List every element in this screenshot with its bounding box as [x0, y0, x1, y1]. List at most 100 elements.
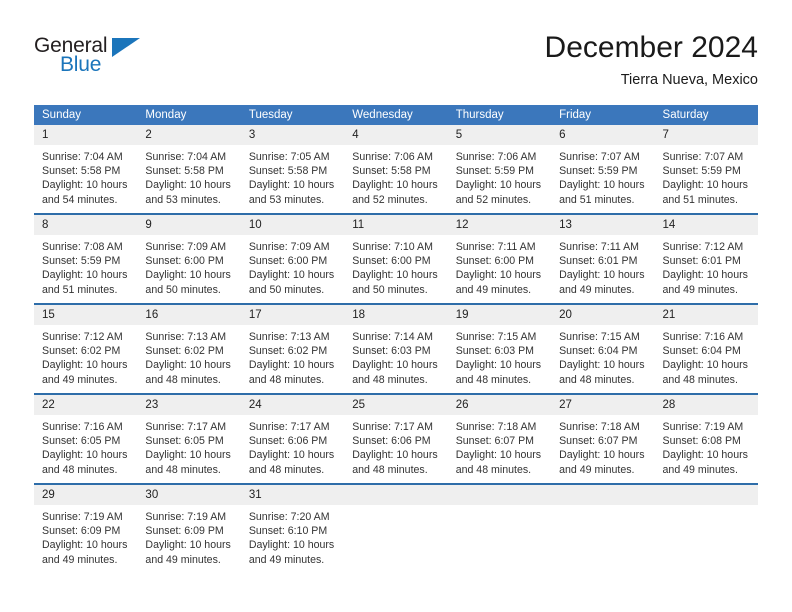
day-number: 22: [34, 395, 138, 415]
calendar-week-row: 1 Sunrise: 7:04 AM Sunset: 5:58 PM Daylight…: [34, 125, 758, 214]
sunset-text: Sunset: 5:59 PM: [559, 165, 638, 178]
daylight-text: Daylight: 10 hours and 48 minutes.: [352, 359, 438, 386]
page-header: General Blue December 2024 Tierra Nueva,…: [34, 30, 758, 96]
calendar-day-cell[interactable]: 1 Sunrise: 7:04 AM Sunset: 5:58 PM Daylight…: [34, 125, 138, 214]
day-sun-info: Sunrise: 7:19 AM Sunset: 6:09 PM Daylight:…: [34, 505, 137, 567]
calendar-day-cell[interactable]: 3 Sunrise: 7:05 AM Sunset: 5:58 PM Daylight…: [240, 125, 345, 214]
calendar-table: Sunday Monday Tuesday Wednesday Thursday…: [34, 105, 758, 573]
daylight-text: Daylight: 10 hours and 51 minutes.: [42, 269, 128, 296]
calendar-day-cell[interactable]: 28 Sunrise: 7:19 AM Sunset: 6:08 PM Dayligh…: [654, 393, 758, 484]
calendar-day-cell[interactable]: 18 Sunrise: 7:14 AM Sunset: 6:03 PM Dayligh…: [344, 303, 448, 394]
calendar-day-cell[interactable]: 2 Sunrise: 7:04 AM Sunset: 5:58 PM Daylight…: [137, 125, 241, 214]
day-number: 8: [34, 215, 138, 235]
daylight-text: Daylight: 10 hours and 49 minutes.: [248, 539, 335, 566]
day-number: 23: [137, 395, 241, 415]
day-sun-info: Sunrise: 7:07 AM Sunset: 5:59 PM Daylight:…: [655, 145, 758, 207]
calendar-day-cell[interactable]: 23 Sunrise: 7:17 AM Sunset: 6:05 PM Dayligh…: [137, 393, 241, 484]
page-title: December 2024: [544, 31, 758, 64]
general-blue-logo[interactable]: General Blue: [34, 34, 214, 90]
daylight-text: Daylight: 10 hours and 52 minutes.: [455, 179, 542, 206]
weekday-header-saturday: Saturday: [654, 105, 758, 125]
day-sun-info: Sunrise: 7:14 AM Sunset: 6:03 PM Daylight:…: [344, 325, 447, 387]
daylight-text: Daylight: 10 hours and 48 minutes.: [42, 449, 128, 476]
sunrise-text: Sunrise: 7:14 AM: [352, 331, 433, 343]
calendar-day-cell[interactable]: 5 Sunrise: 7:06 AM Sunset: 5:59 PM Daylight…: [447, 125, 552, 214]
calendar-day-cell[interactable]: 8 Sunrise: 7:08 AM Sunset: 5:59 PM Daylight…: [34, 213, 138, 304]
daylight-text: Daylight: 10 hours and 50 minutes.: [248, 269, 335, 296]
calendar-day-cell[interactable]: 9 Sunrise: 7:09 AM Sunset: 6:00 PM Daylight…: [137, 213, 241, 304]
calendar-day-cell[interactable]: 6 Sunrise: 7:07 AM Sunset: 5:59 PM Daylight…: [551, 125, 655, 214]
calendar-day-cell[interactable]: 26 Sunrise: 7:18 AM Sunset: 6:07 PM Dayligh…: [447, 393, 552, 484]
day-number: 12: [447, 215, 552, 235]
day-sun-info: Sunrise: 7:04 AM Sunset: 5:58 PM Daylight:…: [137, 145, 240, 207]
calendar-day-cell[interactable]: 20 Sunrise: 7:15 AM Sunset: 6:04 PM Dayligh…: [551, 303, 655, 394]
day-sun-info: Sunrise: 7:15 AM Sunset: 6:04 PM Daylight:…: [551, 325, 654, 387]
daylight-text: Daylight: 10 hours and 48 minutes.: [352, 449, 438, 476]
calendar-day-cell-empty: [654, 483, 758, 573]
calendar-day-cell[interactable]: 27 Sunrise: 7:18 AM Sunset: 6:07 PM Dayligh…: [551, 393, 655, 484]
day-number: [551, 485, 655, 505]
calendar-day-cell[interactable]: 4 Sunrise: 7:06 AM Sunset: 5:58 PM Daylight…: [344, 125, 448, 214]
calendar-day-cell[interactable]: 10 Sunrise: 7:09 AM Sunset: 6:00 PM Dayligh…: [240, 213, 345, 304]
calendar-day-cell[interactable]: 12 Sunrise: 7:11 AM Sunset: 6:00 PM Dayligh…: [447, 213, 552, 304]
daylight-text: Daylight: 10 hours and 50 minutes.: [145, 269, 231, 296]
calendar-day-cell[interactable]: 22 Sunrise: 7:16 AM Sunset: 6:05 PM Dayligh…: [34, 393, 138, 484]
weekday-header-friday: Friday: [551, 105, 655, 125]
calendar-day-cell[interactable]: 30 Sunrise: 7:19 AM Sunset: 6:09 PM Dayligh…: [137, 483, 241, 573]
calendar-day-cell[interactable]: 17 Sunrise: 7:13 AM Sunset: 6:02 PM Dayligh…: [240, 303, 345, 394]
calendar-day-cell[interactable]: 7 Sunrise: 7:07 AM Sunset: 5:59 PM Daylight…: [654, 125, 758, 214]
calendar-page: General Blue December 2024 Tierra Nueva,…: [0, 0, 792, 612]
weekday-header-monday: Monday: [137, 105, 241, 125]
calendar-week-row: 15 Sunrise: 7:12 AM Sunset: 6:02 PM Dayligh…: [34, 303, 758, 394]
sunrise-text: Sunrise: 7:16 AM: [662, 331, 744, 343]
sunrise-text: Sunrise: 7:04 AM: [42, 151, 123, 163]
day-sun-info: Sunrise: 7:19 AM Sunset: 6:09 PM Daylight:…: [137, 505, 240, 567]
sunrise-text: Sunrise: 7:17 AM: [248, 421, 330, 433]
sunset-text: Sunset: 6:09 PM: [42, 525, 121, 538]
sunset-text: Sunset: 6:02 PM: [145, 345, 224, 358]
daylight-text: Daylight: 10 hours and 51 minutes.: [662, 179, 748, 206]
calendar-day-cell[interactable]: 14 Sunrise: 7:12 AM Sunset: 6:01 PM Dayligh…: [654, 213, 758, 304]
sunrise-text: Sunrise: 7:13 AM: [248, 331, 330, 343]
day-number: 29: [34, 485, 138, 505]
page-subtitle: Tierra Nueva, Mexico: [620, 72, 758, 88]
calendar-day-cell[interactable]: 16 Sunrise: 7:13 AM Sunset: 6:02 PM Dayligh…: [137, 303, 241, 394]
daylight-text: Daylight: 10 hours and 49 minutes.: [42, 539, 128, 566]
calendar-week-row: 29 Sunrise: 7:19 AM Sunset: 6:09 PM Dayligh…: [34, 483, 758, 573]
calendar-day-cell[interactable]: 25 Sunrise: 7:17 AM Sunset: 6:06 PM Dayligh…: [344, 393, 448, 484]
calendar-day-cell[interactable]: 11 Sunrise: 7:10 AM Sunset: 6:00 PM Dayligh…: [344, 213, 448, 304]
calendar-day-cell[interactable]: 13 Sunrise: 7:11 AM Sunset: 6:01 PM Dayligh…: [551, 213, 655, 304]
daylight-text: Daylight: 10 hours and 49 minutes.: [559, 269, 645, 296]
calendar-day-cell[interactable]: 29 Sunrise: 7:19 AM Sunset: 6:09 PM Dayligh…: [34, 483, 138, 573]
sunrise-text: Sunrise: 7:06 AM: [455, 151, 537, 163]
day-sun-info: Sunrise: 7:08 AM Sunset: 5:59 PM Daylight:…: [34, 235, 137, 297]
sunrise-text: Sunrise: 7:11 AM: [455, 241, 536, 253]
calendar-day-cell[interactable]: 19 Sunrise: 7:15 AM Sunset: 6:03 PM Dayligh…: [447, 303, 552, 394]
day-sun-info: Sunrise: 7:15 AM Sunset: 6:03 PM Daylight:…: [448, 325, 551, 387]
calendar-day-cell-empty: [551, 483, 655, 573]
sunset-text: Sunset: 6:01 PM: [662, 255, 741, 268]
day-number: 20: [551, 305, 655, 325]
sunrise-text: Sunrise: 7:12 AM: [42, 331, 123, 343]
day-sun-info: Sunrise: 7:16 AM Sunset: 6:05 PM Daylight:…: [34, 415, 137, 477]
day-sun-info: Sunrise: 7:09 AM Sunset: 6:00 PM Daylight:…: [241, 235, 344, 297]
sunrise-text: Sunrise: 7:09 AM: [145, 241, 227, 253]
sunset-text: Sunset: 6:06 PM: [352, 435, 431, 448]
sunset-text: Sunset: 6:00 PM: [455, 255, 535, 268]
day-number: 13: [551, 215, 655, 235]
sunrise-text: Sunrise: 7:08 AM: [42, 241, 123, 253]
day-sun-info: Sunrise: 7:09 AM Sunset: 6:00 PM Daylight:…: [137, 235, 240, 297]
sunset-text: Sunset: 5:58 PM: [248, 165, 328, 178]
calendar-day-cell[interactable]: 21 Sunrise: 7:16 AM Sunset: 6:04 PM Dayligh…: [654, 303, 758, 394]
calendar-day-cell[interactable]: 24 Sunrise: 7:17 AM Sunset: 6:06 PM Dayligh…: [240, 393, 345, 484]
day-sun-info: Sunrise: 7:18 AM Sunset: 6:07 PM Daylight:…: [448, 415, 551, 477]
sunset-text: Sunset: 6:03 PM: [455, 345, 535, 358]
calendar-day-cell[interactable]: 15 Sunrise: 7:12 AM Sunset: 6:02 PM Dayligh…: [34, 303, 138, 394]
calendar-day-cell[interactable]: 31 Sunrise: 7:20 AM Sunset: 6:10 PM Dayligh…: [240, 483, 345, 573]
sunset-text: Sunset: 6:02 PM: [248, 345, 328, 358]
daylight-text: Daylight: 10 hours and 50 minutes.: [352, 269, 438, 296]
sunset-text: Sunset: 6:05 PM: [42, 435, 121, 448]
day-sun-info: Sunrise: 7:12 AM Sunset: 6:02 PM Daylight:…: [34, 325, 137, 387]
sunset-text: Sunset: 5:58 PM: [42, 165, 121, 178]
day-number: [654, 485, 758, 505]
